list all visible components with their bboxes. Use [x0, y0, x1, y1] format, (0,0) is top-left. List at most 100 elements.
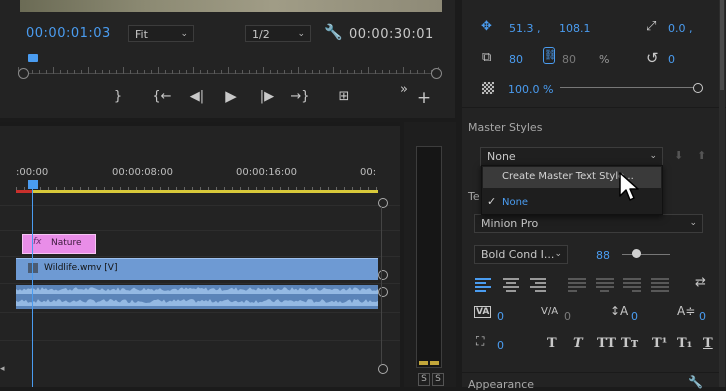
ruler-tick — [60, 70, 61, 74]
go-to-out-button[interactable]: →} — [289, 89, 311, 104]
track-scroll-handle-top[interactable] — [378, 198, 388, 208]
step-forward-button[interactable]: |▶ — [256, 89, 278, 104]
monitor-playhead[interactable] — [28, 54, 39, 64]
solo-left-button[interactable]: S — [418, 373, 430, 386]
track-separator — [0, 205, 400, 206]
ruler-tick — [396, 70, 397, 74]
all-caps-button[interactable]: TT — [597, 336, 616, 351]
more-controls-button[interactable]: » — [393, 82, 415, 97]
subscript-button[interactable]: T₁ — [677, 336, 692, 351]
align-center-icon[interactable] — [503, 276, 521, 292]
work-area-bar[interactable] — [16, 190, 378, 193]
audio-clip-wildlife[interactable] — [16, 285, 378, 309]
panel-scrollbar[interactable] — [719, 0, 725, 387]
add-button[interactable]: + — [413, 88, 435, 108]
text-direction-icon[interactable]: ⇄ — [695, 275, 706, 290]
align-left-icon[interactable] — [475, 276, 493, 292]
align-right-icon[interactable] — [530, 276, 548, 292]
opacity-value[interactable]: 100.0 % — [508, 83, 553, 96]
track-scroll-handle-bottom[interactable] — [378, 364, 388, 374]
baseline-shift-icon: A≑ — [677, 304, 696, 318]
export-frame-button[interactable]: ⊞ — [333, 89, 355, 104]
font-size-value[interactable]: 88 — [596, 249, 610, 262]
monitor-time-ruler[interactable] — [18, 62, 439, 74]
track-scroll-handle[interactable] — [378, 287, 388, 297]
leading-value[interactable]: 0 — [631, 310, 638, 323]
step-back-button[interactable]: ◀| — [186, 89, 208, 104]
meter-bar-left — [419, 361, 428, 365]
ruler-tick — [347, 70, 348, 74]
rotation-value[interactable]: 0 — [668, 53, 675, 66]
push-style-down-icon[interactable]: ⬇ — [674, 149, 683, 162]
position-x-value[interactable]: 51.3 , — [509, 22, 541, 35]
kerning-icon: V/A — [541, 306, 559, 317]
justify-last-center-icon[interactable] — [596, 276, 614, 292]
ruler-tick — [81, 70, 82, 74]
zoom-handle-right[interactable] — [431, 68, 442, 79]
audio-waveform — [16, 287, 378, 306]
opacity-slider-knob[interactable] — [693, 83, 703, 93]
faux-italic-button[interactable]: T — [573, 336, 583, 351]
scrollbar-thumb[interactable] — [720, 0, 724, 90]
solo-right-button[interactable]: S — [432, 373, 444, 386]
underline-button[interactable]: T — [703, 336, 713, 351]
vertical-scrollbar[interactable] — [381, 207, 382, 364]
font-family-value: Minion Pro — [481, 217, 539, 230]
track-separator — [0, 256, 400, 257]
tsume-value[interactable]: 0 — [497, 339, 504, 352]
superscript-button[interactable]: T¹ — [652, 336, 667, 351]
ruler-tick — [326, 70, 327, 74]
graphic-clip-nature[interactable]: fx Nature — [22, 234, 96, 254]
kerning-value: 0 — [564, 310, 571, 323]
justify-last-left-icon[interactable] — [568, 276, 586, 292]
faux-bold-button[interactable]: T — [547, 336, 557, 351]
font-family-select[interactable]: Minion Pro ⌄ — [474, 214, 703, 233]
ruler-tick — [172, 70, 173, 74]
ruler-tick — [109, 70, 110, 74]
video-clip-wildlife[interactable]: Wildlife.wmv [V] — [16, 258, 378, 280]
lock-scale-icon[interactable]: ⛓ — [543, 47, 557, 64]
playback-resolution-select[interactable]: 1/2 ⌄ — [245, 25, 311, 42]
go-to-in-button[interactable]: {← — [151, 89, 173, 104]
font-style-select[interactable]: Bold Cond I... ⌄ — [474, 245, 568, 264]
timeline-ruler[interactable] — [16, 180, 378, 190]
ruler-tick — [403, 67, 404, 74]
scroll-left-icon[interactable]: ◂ — [0, 364, 5, 374]
ruler-tick — [46, 70, 47, 74]
anchor-x-value[interactable]: 0.0 , — [668, 22, 693, 35]
position-y-value[interactable]: 108.1 — [559, 22, 591, 35]
ruler-tick — [186, 70, 187, 74]
scale-value[interactable]: 80 — [509, 53, 523, 66]
ruler-tick — [354, 70, 355, 74]
scale-icon: ⧉ — [482, 50, 492, 65]
resolution-value: 1/2 — [252, 28, 270, 41]
ruler-tick — [361, 70, 362, 74]
ruler-tick — [95, 70, 96, 74]
master-style-select[interactable]: None ⌄ — [480, 147, 663, 166]
small-caps-button[interactable]: Tт — [621, 336, 639, 351]
font-size-slider[interactable] — [622, 254, 670, 255]
clip-label: Wildlife.wmv [V] — [44, 263, 118, 273]
playhead-handle[interactable] — [28, 54, 38, 62]
track-separator — [0, 340, 400, 341]
tracking-value[interactable]: 0 — [497, 310, 504, 323]
opacity-slider-track[interactable] — [560, 87, 696, 88]
justify-all-icon[interactable] — [651, 276, 669, 292]
baseline-value[interactable]: 0 — [699, 310, 706, 323]
mark-out-button[interactable]: } — [107, 89, 129, 104]
current-timecode[interactable]: 00:00:01:03 — [26, 26, 111, 41]
section-divider — [462, 372, 719, 373]
justify-last-right-icon[interactable] — [623, 276, 641, 292]
menu-item-label: None — [502, 197, 529, 208]
zoom-level-select[interactable]: Fit ⌄ — [128, 25, 194, 42]
push-style-up-icon[interactable]: ⬆ — [697, 149, 706, 162]
settings-wrench-icon[interactable]: 🔧 — [324, 23, 343, 41]
timeline-playhead[interactable] — [28, 180, 38, 189]
font-size-slider-knob[interactable] — [632, 249, 641, 258]
ruler-tick — [305, 70, 306, 74]
track-separator — [0, 283, 400, 284]
track-scroll-handle[interactable] — [378, 270, 388, 280]
ruler-tick — [319, 70, 320, 74]
play-button[interactable]: ▶ — [220, 87, 242, 105]
zoom-handle-left[interactable] — [18, 68, 29, 79]
